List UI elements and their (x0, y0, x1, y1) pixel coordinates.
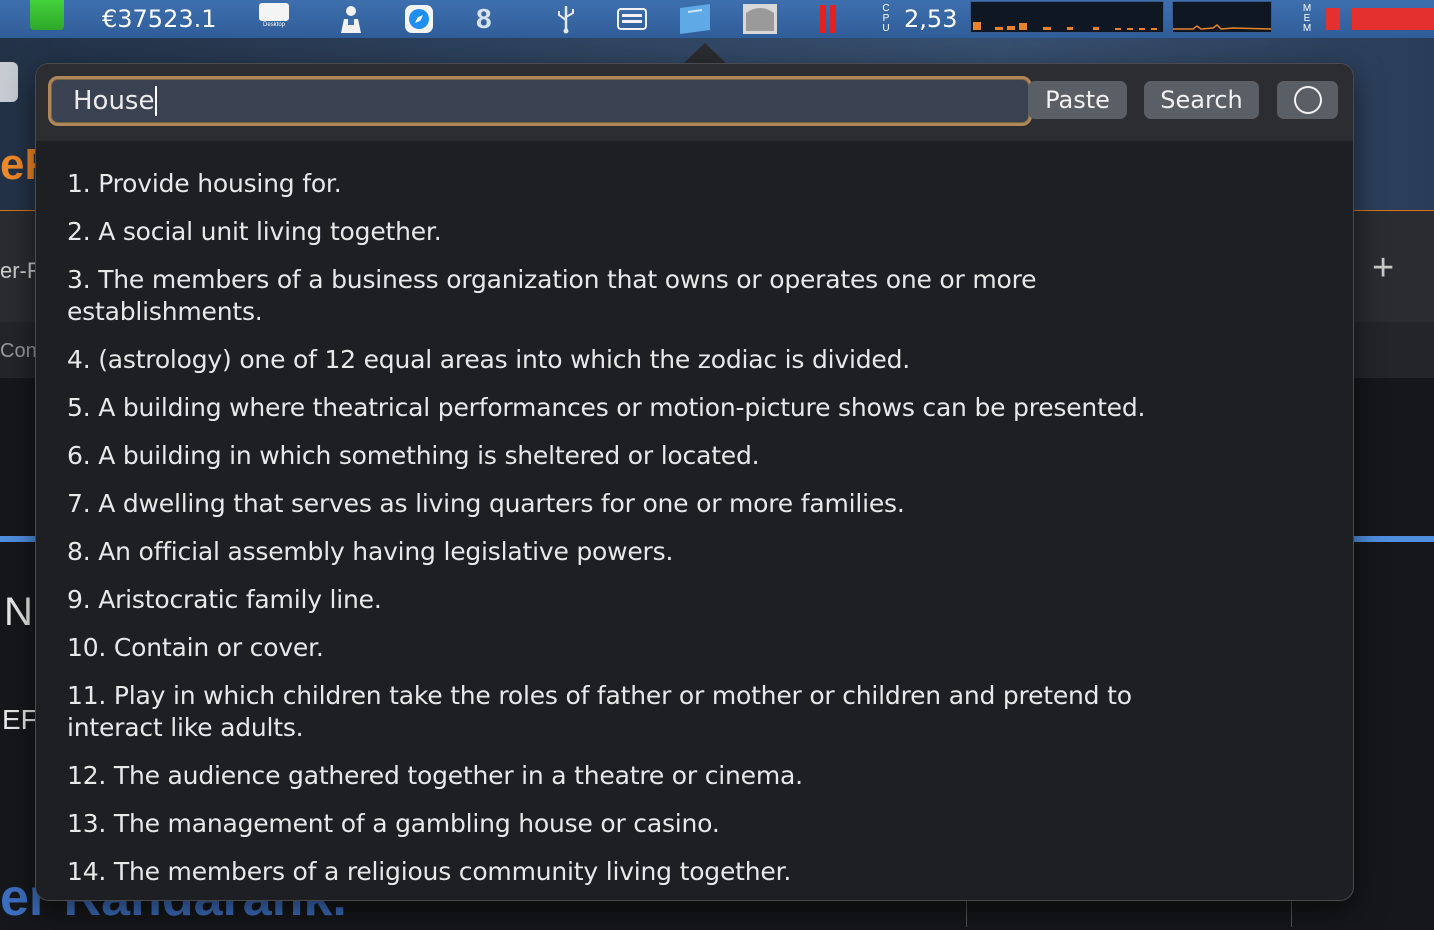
definition-item: 5. A building where theatrical performan… (67, 393, 1146, 422)
battery-icon[interactable] (30, 0, 64, 30)
search-button[interactable]: Search (1144, 81, 1259, 119)
popover-arrow (683, 43, 727, 64)
definition-item: 4. (astrology) one of 12 equal areas int… (67, 345, 910, 374)
definition-item: 14. The members of a religious community… (67, 857, 792, 886)
person-icon[interactable] (336, 0, 366, 38)
definition-item: 1. Provide housing for. (67, 169, 342, 198)
background-con-fragment: Con (0, 340, 37, 362)
menu-bar: €37523.1 Desktop 8 CPU 2,53 M E M (0, 0, 1434, 38)
definition-item: 2. A social unit living together. (67, 217, 442, 246)
dictionary-popover: House Paste Search 1. Provide housing fo… (35, 63, 1354, 901)
definition-item: 10. Contain or cover. (67, 633, 324, 662)
definition-item: 9. Aristocratic family line. (67, 585, 382, 614)
eight-icon[interactable]: 8 (476, 0, 502, 38)
mem-label: MEM (1302, 3, 1312, 34)
new-tab-button[interactable]: + (1372, 248, 1394, 288)
text-caret (155, 86, 158, 116)
safari-icon[interactable] (404, 0, 434, 38)
crypto-price[interactable]: €37523.1 (102, 0, 217, 38)
definition-item: 8. An official assembly having legislati… (67, 537, 674, 566)
background-ep-fragment: EF (2, 704, 38, 735)
finder-icon[interactable] (678, 0, 712, 38)
definition-item: 7. A dwelling that serves as living quar… (67, 489, 905, 518)
search-query-text: House (73, 86, 155, 116)
desktop-icon[interactable]: Desktop (258, 0, 290, 30)
cpu-graph[interactable] (970, 1, 1164, 33)
desktop-label: Desktop (262, 21, 285, 28)
activity-bars-icon[interactable] (820, 0, 840, 38)
background-n-fragment: N (4, 590, 33, 634)
keyboard-icon[interactable] (616, 0, 648, 38)
definition-list: 1. Provide housing for. 2. A social unit… (67, 168, 1227, 904)
cpu-value[interactable]: 2,53 (904, 0, 957, 38)
definition-item: 12. The audience gathered together in a … (67, 761, 803, 790)
paste-button[interactable]: Paste (1028, 81, 1127, 119)
circle-icon (1293, 86, 1322, 114)
background-card-fragment (0, 62, 18, 102)
network-graph[interactable] (1172, 1, 1272, 33)
mem-bar-small[interactable] (1326, 8, 1340, 30)
mem-bar-large[interactable] (1352, 8, 1434, 30)
definition-item: 11. Play in which children take the role… (67, 681, 1132, 742)
definition-item: 3. The members of a business organizatio… (67, 265, 1037, 326)
circle-button[interactable] (1277, 81, 1338, 119)
disk-icon[interactable] (742, 0, 778, 38)
search-input[interactable]: House (48, 76, 1032, 126)
cpu-label: CPU (882, 3, 890, 34)
usb-icon[interactable] (552, 0, 580, 38)
definition-item: 6. A building in which something is shel… (67, 441, 760, 470)
popover-toolbar: House Paste Search (36, 64, 1353, 141)
definition-item: 13. The management of a gambling house o… (67, 809, 720, 838)
